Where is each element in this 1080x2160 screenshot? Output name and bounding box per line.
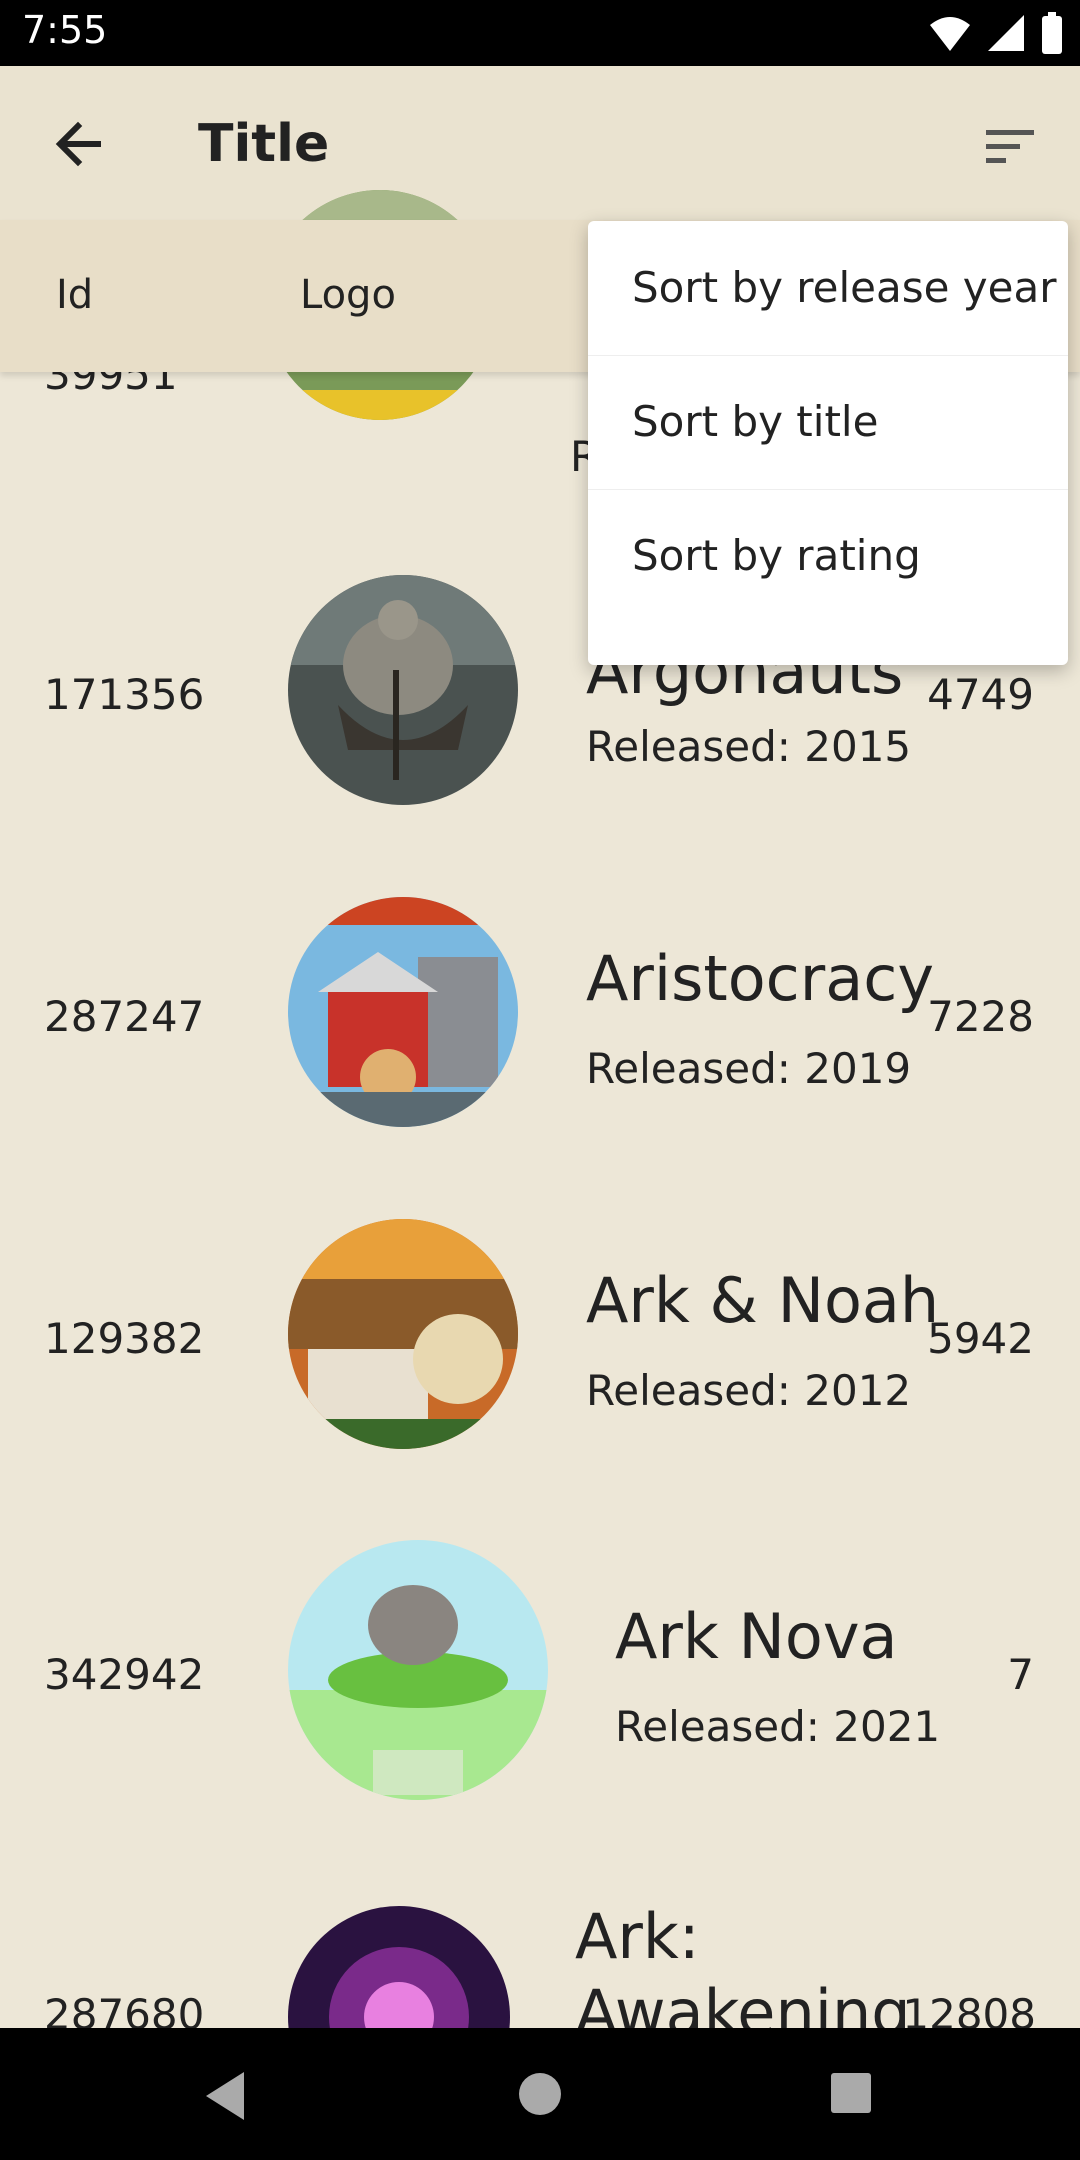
list-item[interactable]: 342942 Ark Nova Released: 2021 7	[0, 1510, 1080, 1830]
game-logo	[288, 1219, 518, 1449]
game-rating: 4749	[927, 670, 1034, 719]
menu-item-label: Sort by release year	[632, 263, 1057, 312]
menu-item-label: Sort by rating	[632, 531, 921, 580]
game-title-line2: Awakening	[575, 1976, 911, 2028]
game-released: Released: 2021	[615, 1702, 941, 1751]
game-rating: 7228	[927, 992, 1034, 1041]
game-title: Ark:	[575, 1900, 700, 1973]
list-item[interactable]: 287247 Aristocracy Released: 2019 7228	[0, 852, 1080, 1172]
header-id[interactable]: Id	[56, 272, 93, 318]
game-title: Ark Nova	[615, 1600, 898, 1673]
circle-home-icon[interactable]	[516, 2070, 564, 2118]
triangle-back-icon[interactable]	[200, 2068, 250, 2124]
square-recents-icon[interactable]	[828, 2070, 874, 2116]
game-rating: 7	[1007, 1650, 1034, 1699]
header-logo[interactable]: Logo	[300, 272, 396, 318]
game-rating: 5942	[927, 1314, 1034, 1363]
menu-item-sort-title[interactable]: Sort by title	[588, 355, 1068, 490]
game-released: Released: 2019	[586, 1044, 912, 1093]
navigation-bar	[0, 2028, 1080, 2160]
game-id: 129382	[44, 1314, 205, 1363]
game-logo	[288, 1540, 548, 1800]
game-id: 287680	[44, 1990, 205, 2028]
game-title: Aristocracy	[586, 942, 935, 1015]
menu-item-label: Sort by title	[632, 397, 879, 446]
list-item[interactable]: 287680 Ark: Awakening 12808	[0, 1900, 1080, 2028]
game-released: Released: 2012	[586, 1366, 912, 1415]
game-id: 287247	[44, 992, 205, 1041]
game-logo	[288, 1906, 510, 2028]
game-title: Ark & Noah	[586, 1264, 940, 1337]
game-logo	[288, 575, 518, 805]
game-id: 342942	[44, 1650, 205, 1699]
menu-item-sort-rating[interactable]: Sort by rating	[588, 489, 1068, 623]
game-rating: 12808	[902, 1990, 1036, 2028]
game-logo	[288, 897, 518, 1127]
list-item[interactable]: 129382 Ark & Noah Released: 2012 5942	[0, 1174, 1080, 1494]
game-id: 171356	[44, 670, 205, 719]
game-released: Released: 2015	[586, 722, 912, 771]
menu-item-sort-release-year[interactable]: Sort by release year	[588, 221, 1068, 356]
sort-menu: Sort by release year Sort by title Sort …	[588, 221, 1068, 665]
